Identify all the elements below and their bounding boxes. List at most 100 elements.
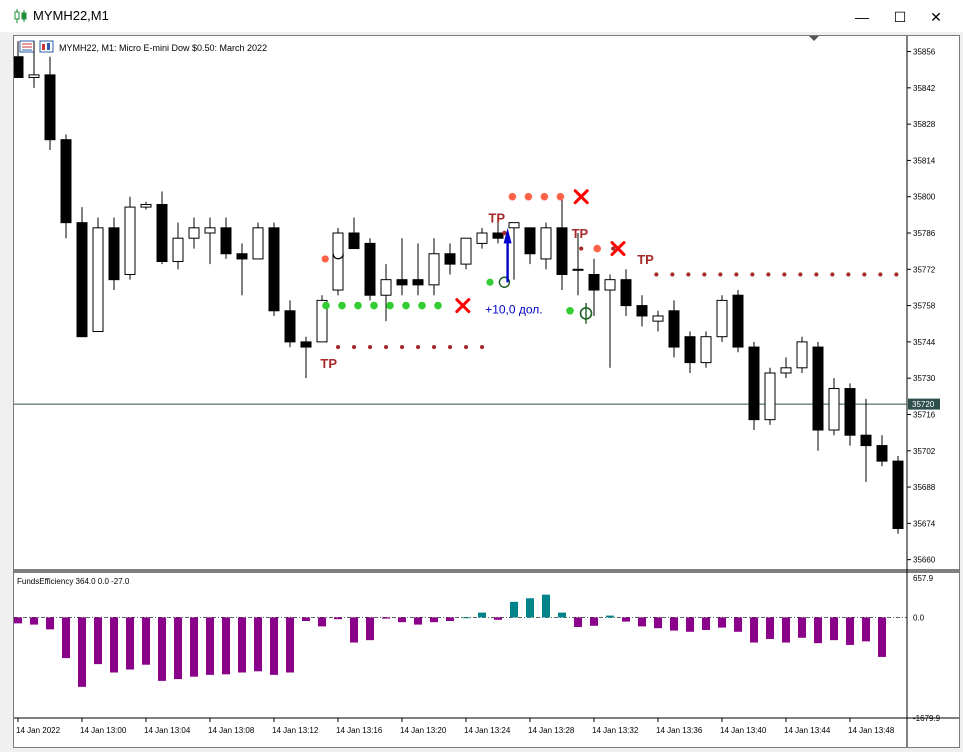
- indicator-bar-negative: [494, 617, 502, 620]
- candle-bull: [460, 237, 472, 265]
- current-price-tag: 35720: [908, 398, 940, 410]
- price-label: 35674: [913, 519, 936, 528]
- candle-bull: [828, 388, 840, 431]
- time-label: 14 Jan 13:08: [208, 726, 255, 735]
- take-profit-dot: [894, 272, 899, 277]
- sell-stop-dot: [556, 192, 565, 201]
- chart-window[interactable]: MYMH22, M1: Micro E-mini Dow $0.50: Marc…: [12, 35, 960, 748]
- entry-dot: [486, 278, 494, 286]
- candle-bull: [428, 253, 440, 286]
- candle-bear: [156, 203, 168, 263]
- candle-bear: [300, 341, 312, 348]
- take-profit-dot: [399, 344, 405, 350]
- candle-bear: [284, 310, 296, 343]
- take-profit-dot: [654, 272, 659, 277]
- sell-stop-close-cross: [573, 189, 589, 205]
- time-label: 14 Jan 13:40: [720, 726, 767, 735]
- sell-stop-dot: [524, 192, 533, 201]
- indicator-bar-negative: [798, 617, 806, 638]
- stop-level-dot: [354, 301, 362, 310]
- indicator-bar-negative: [270, 617, 278, 675]
- price-label: 35786: [913, 229, 936, 238]
- maximize-button[interactable]: ☐: [888, 6, 912, 28]
- indicator-bar-negative: [654, 617, 662, 629]
- window-titlebar: MYMH22,M1 — ☐ ✕: [0, 0, 963, 32]
- time-label: 14 Jan 13:48: [848, 726, 895, 735]
- take-profit-dot: [670, 272, 675, 277]
- price-axis: 35856 35842 35828 35814 35800 35786 35772 35758…: [907, 48, 936, 565]
- candle-bear: [876, 445, 888, 462]
- close-button[interactable]: ✕: [924, 6, 948, 28]
- price-label: 35660: [913, 556, 936, 565]
- indicator-bar-negative: [126, 617, 134, 670]
- indicator-bar-positive: [558, 612, 566, 618]
- indicator-bar-negative: [446, 617, 454, 621]
- price-label: 35758: [913, 302, 936, 311]
- time-label: 14 Jan 13:32: [592, 726, 639, 735]
- indicator-bar-negative: [382, 617, 390, 619]
- candle-bull: [380, 279, 392, 296]
- indicator-bar-negative: [638, 617, 646, 627]
- take-profit-dot: [798, 272, 803, 277]
- candle-bear: [492, 232, 504, 239]
- indicator-bar-negative: [622, 617, 630, 622]
- indicator-bar-negative: [670, 617, 678, 631]
- take-profit-dot: [351, 344, 357, 350]
- stop-close-cross: [455, 298, 471, 314]
- indicator-bar-negative: [878, 617, 886, 657]
- time-label: 14 Jan 13:36: [656, 726, 703, 735]
- take-profit-dot: [431, 344, 437, 350]
- time-label: 14 Jan 13:16: [336, 726, 383, 735]
- indicator-bar-negative: [782, 617, 790, 643]
- take-profit-label: TP: [572, 226, 589, 241]
- indicator-bar-negative: [830, 617, 838, 641]
- take-profit-dot: [335, 344, 341, 350]
- entry-dot: [566, 306, 574, 315]
- profit-label: +10,0 дол.: [485, 302, 542, 316]
- time-label: 14 Jan 13:28: [528, 726, 575, 735]
- candle-bull: [332, 232, 344, 291]
- price-label: 35688: [913, 483, 936, 492]
- indicator-bar-negative: [718, 617, 726, 628]
- time-label: 14 Jan 13:20: [400, 726, 447, 735]
- indicator-bar-negative: [750, 617, 758, 643]
- candle-bear: [668, 310, 680, 348]
- indicator-bar-positive: [526, 598, 534, 618]
- time-label: 14 Jan 2022: [16, 726, 61, 735]
- chart-candles-icon: [14, 9, 27, 23]
- indicator-bar-positive: [462, 617, 470, 619]
- take-profit-dot: [750, 272, 755, 277]
- price-label: 35828: [913, 120, 936, 129]
- candle-bull: [780, 367, 792, 374]
- time-label: 14 Jan 13:00: [80, 726, 127, 735]
- candle-bull: [124, 206, 136, 275]
- indicator-bar-negative: [174, 617, 182, 680]
- indicator-bar-negative: [238, 617, 246, 673]
- candle-bear: [60, 139, 72, 224]
- price-label: 35856: [913, 48, 936, 57]
- indicator-bar-negative: [766, 617, 774, 639]
- candle-bull: [28, 74, 40, 78]
- candle-bull: [796, 341, 808, 369]
- indicator-bar-positive: [542, 594, 550, 618]
- indicator-bar-negative: [206, 617, 214, 675]
- current-price-label: 35720: [912, 400, 935, 409]
- indicator-bar-negative: [158, 617, 166, 681]
- indicator-bar-negative: [414, 617, 422, 625]
- candle-bull: [700, 336, 712, 364]
- candle-bear: [396, 279, 408, 286]
- entry-dot: [321, 255, 329, 263]
- indicator-bar-negative: [686, 617, 694, 632]
- indicator-bar-negative: [110, 617, 118, 673]
- candle-bear: [812, 346, 824, 431]
- chart-canvas[interactable]: MYMH22, M1: Micro E-mini Dow $0.50: Marc…: [12, 36, 959, 747]
- candle-bear: [684, 336, 696, 364]
- indicator-bar-negative: [814, 617, 822, 644]
- chart-header: MYMH22, M1: Micro E-mini Dow $0.50: Marc…: [19, 40, 267, 53]
- indicator-header: FundsEfficiency 364.0 0.0 -27.0: [17, 577, 130, 586]
- minimize-button[interactable]: —: [850, 6, 874, 28]
- indicator-bar-negative: [846, 617, 854, 645]
- chart-shift-marker[interactable]: [809, 36, 819, 41]
- candle-bear: [524, 227, 536, 255]
- indicator-bar-positive: [478, 612, 486, 618]
